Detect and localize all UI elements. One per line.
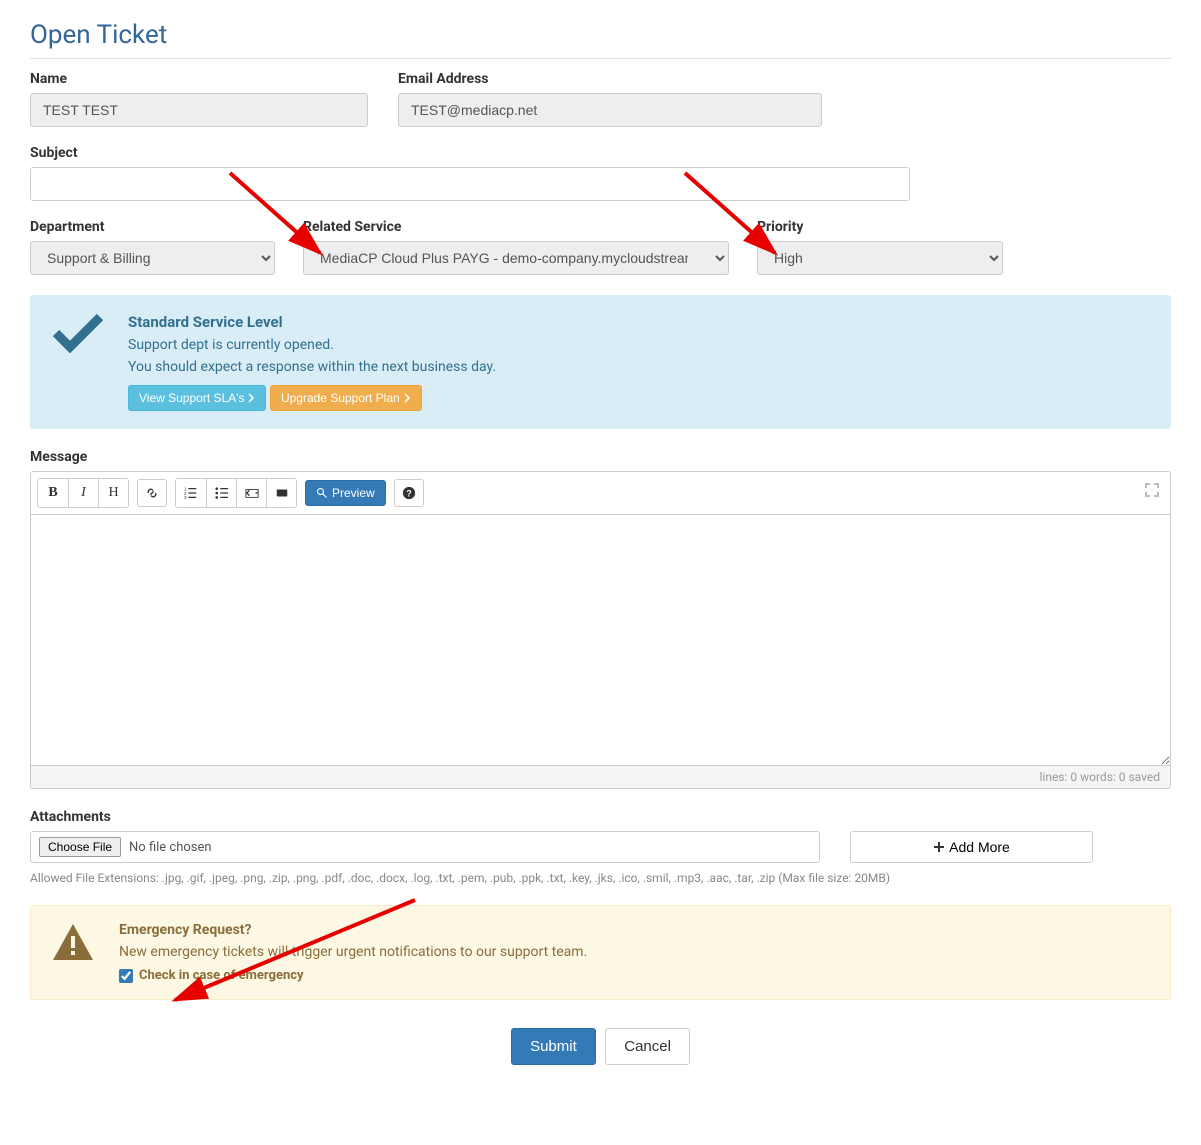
submit-button[interactable]: Submit xyxy=(511,1028,596,1065)
preview-button[interactable]: Preview xyxy=(305,480,386,506)
link-icon xyxy=(145,486,159,500)
view-sla-button[interactable]: View Support SLA's xyxy=(128,385,266,411)
department-label: Department xyxy=(30,219,275,235)
sla-title: Standard Service Level xyxy=(128,313,1149,331)
ol-button[interactable]: 123 xyxy=(176,479,206,507)
emergency-checkbox[interactable] xyxy=(119,969,133,983)
code-icon xyxy=(245,486,259,500)
email-input xyxy=(398,93,822,127)
svg-text:3: 3 xyxy=(184,495,187,500)
priority-label: Priority xyxy=(757,219,1003,235)
quote-icon xyxy=(275,486,289,500)
heading-button[interactable]: H xyxy=(98,479,128,507)
email-label: Email Address xyxy=(398,71,822,87)
svg-text:?: ? xyxy=(406,489,411,499)
emergency-desc: New emergency tickets will trigger urgen… xyxy=(119,944,587,960)
cancel-button[interactable]: Cancel xyxy=(605,1028,690,1065)
message-textarea[interactable] xyxy=(31,515,1170,765)
sla-line1: Support dept is currently opened. xyxy=(128,337,1149,353)
emergency-check-label[interactable]: Check in case of emergency xyxy=(139,968,304,983)
name-email-row: Name Email Address xyxy=(30,71,1171,127)
choose-file-button[interactable]: Choose File xyxy=(39,837,121,857)
subject-label: Subject xyxy=(30,145,1171,161)
expand-icon xyxy=(1144,482,1160,498)
editor-status: lines: 0 words: 0 saved xyxy=(30,766,1171,789)
attachments-label: Attachments xyxy=(30,809,1171,825)
help-icon: ? xyxy=(402,486,416,500)
file-status-text: No file chosen xyxy=(129,840,212,855)
check-icon xyxy=(52,313,104,411)
quote-button[interactable] xyxy=(266,479,296,507)
page-container: Open Ticket Name Email Address Subject D… xyxy=(30,20,1171,1065)
attachments-hint: Allowed File Extensions: .jpg, .gif, .jp… xyxy=(30,871,1171,885)
sla-line2: You should expect a response within the … xyxy=(128,359,1149,375)
link-button[interactable] xyxy=(137,479,167,507)
department-select[interactable]: Support & Billing xyxy=(30,241,275,275)
expand-button[interactable] xyxy=(1144,482,1160,502)
italic-button[interactable]: I xyxy=(68,479,98,507)
related-service-select[interactable]: MediaCP Cloud Plus PAYG - demo-company.m… xyxy=(303,241,729,275)
unordered-list-icon xyxy=(215,486,229,500)
bold-button[interactable]: B xyxy=(38,479,68,507)
help-button[interactable]: ? xyxy=(394,479,424,507)
page-title: Open Ticket xyxy=(30,20,1171,59)
chevron-right-icon xyxy=(248,393,255,403)
emergency-box: Emergency Request? New emergency tickets… xyxy=(30,905,1171,1000)
file-input-wrap[interactable]: Choose File No file chosen xyxy=(30,831,820,863)
emergency-title: Emergency Request? xyxy=(119,922,587,938)
add-more-button[interactable]: Add More xyxy=(850,831,1093,863)
warning-icon xyxy=(51,922,95,983)
sla-info-box: Standard Service Level Support dept is c… xyxy=(30,295,1171,429)
editor-toolbar: B I H 123 xyxy=(31,472,1170,515)
code-button[interactable] xyxy=(236,479,266,507)
plus-icon xyxy=(933,841,945,853)
subject-input[interactable] xyxy=(30,167,910,201)
ordered-list-icon: 123 xyxy=(184,486,198,500)
priority-select[interactable]: High xyxy=(757,241,1003,275)
upgrade-plan-button[interactable]: Upgrade Support Plan xyxy=(270,385,422,411)
chevron-right-icon xyxy=(404,393,411,403)
ul-button[interactable] xyxy=(206,479,236,507)
message-label: Message xyxy=(30,449,1171,465)
name-label: Name xyxy=(30,71,368,87)
related-service-label: Related Service xyxy=(303,219,729,235)
search-icon xyxy=(316,487,328,499)
name-input xyxy=(30,93,368,127)
